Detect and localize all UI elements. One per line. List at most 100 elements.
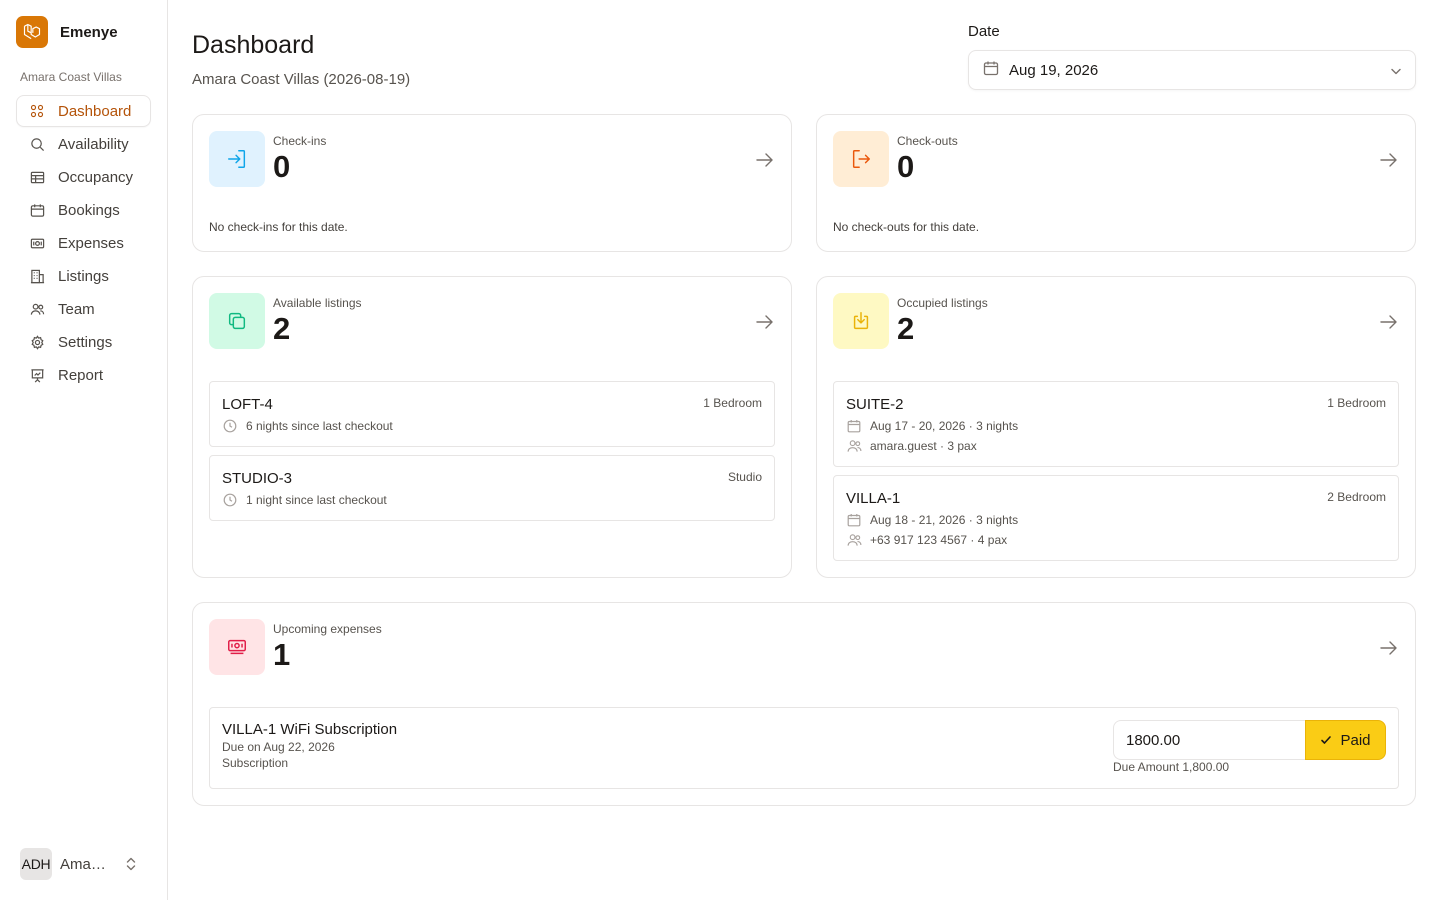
presentation-chart-icon: [29, 367, 45, 383]
sidebar-item-report[interactable]: Report: [16, 359, 151, 391]
log-in-icon: [209, 131, 265, 187]
listing-detail: 1 night since last checkout: [222, 492, 387, 508]
listing-type: Studio: [727, 470, 762, 484]
sidebar: Emenye Amara Coast Villas Dashboard Avai…: [0, 0, 168, 900]
listing-item[interactable]: VILLA-1 2 Bedroom Aug 18 - 21, 2026 · 3 …: [833, 475, 1399, 561]
stat-label: Occupied listings: [897, 296, 988, 310]
listing-detail-text: 6 nights since last checkout: [246, 419, 393, 433]
user-menu[interactable]: ADH Amara Coast Villas Host: [20, 848, 138, 880]
sidebar-item-label: Bookings: [58, 201, 120, 219]
paid-button-label: Paid: [1340, 731, 1371, 749]
expense-due-date: Due on Aug 22, 2026: [222, 740, 335, 754]
arrow-right-icon[interactable]: [1379, 313, 1399, 336]
avatar: ADH: [20, 848, 52, 880]
booking-dates: Aug 18 - 21, 2026 · 3 nights: [846, 512, 1018, 528]
calendar-icon: [983, 60, 999, 81]
date-picker[interactable]: Aug 19, 2026: [968, 50, 1416, 90]
search-icon: [29, 136, 45, 152]
sidebar-item-label: Expenses: [58, 234, 124, 252]
organization-label: Amara Coast Villas: [20, 70, 122, 84]
arrow-right-icon[interactable]: [755, 313, 775, 336]
listing-detail-text: 1 night since last checkout: [246, 493, 387, 507]
sidebar-item-dashboard[interactable]: Dashboard: [16, 95, 151, 127]
sidebar-item-listings[interactable]: Listings: [16, 260, 151, 292]
stat-value: 0: [273, 149, 291, 184]
listing-type: 2 Bedroom: [1327, 490, 1386, 504]
empty-note: No check-ins for this date.: [209, 220, 348, 234]
available-listings-card: Available listings 2 LOFT-4 1 Bedroom 6 …: [192, 276, 792, 578]
booking-dates: Aug 17 - 20, 2026 · 3 nights: [846, 418, 1018, 434]
upcoming-expenses-card: Upcoming expenses 1 VILLA-1 WiFi Subscri…: [192, 602, 1416, 806]
sidebar-item-label: Availability: [58, 135, 129, 153]
sidebar-item-expenses[interactable]: Expenses: [16, 227, 151, 259]
listing-item[interactable]: LOFT-4 1 Bedroom 6 nights since last che…: [209, 381, 775, 447]
arrow-right-icon[interactable]: [755, 151, 775, 174]
banknote-icon: [209, 619, 265, 675]
stat-label: Check-ins: [273, 134, 327, 148]
booking-guest-text: amara.guest · 3 pax: [870, 439, 977, 453]
stat-value: 2: [897, 311, 915, 346]
laravel-logo-icon: [16, 16, 48, 48]
users-icon: [846, 438, 862, 454]
users-icon: [29, 301, 45, 317]
listing-name: VILLA-1: [846, 490, 901, 507]
arrow-right-icon[interactable]: [1379, 639, 1399, 662]
users-icon: [846, 532, 862, 548]
copy-icon: [209, 293, 265, 349]
sidebar-item-settings[interactable]: Settings: [16, 326, 151, 358]
listing-name: LOFT-4: [222, 396, 273, 413]
clock-icon: [222, 418, 238, 434]
empty-note: No check-outs for this date.: [833, 220, 980, 234]
stat-value: 0: [897, 149, 915, 184]
listing-item[interactable]: SUITE-2 1 Bedroom Aug 17 - 20, 2026 · 3 …: [833, 381, 1399, 467]
stat-label: Upcoming expenses: [273, 622, 382, 636]
expense-title: VILLA-1 WiFi Subscription: [222, 721, 398, 738]
sidebar-item-occupancy[interactable]: Occupancy: [16, 161, 151, 193]
sidebar-item-bookings[interactable]: Bookings: [16, 194, 151, 226]
stat-label: Check-outs: [897, 134, 958, 148]
listing-item[interactable]: STUDIO-3 Studio 1 night since last check…: [209, 455, 775, 521]
due-amount: Due Amount 1,800.00: [1113, 760, 1230, 774]
sidebar-item-availability[interactable]: Availability: [16, 128, 151, 160]
chevron-down-icon: [1389, 64, 1403, 83]
sidebar-item-team[interactable]: Team: [16, 293, 151, 325]
download-icon: [833, 293, 889, 349]
gear-icon: [29, 334, 45, 350]
listing-name: SUITE-2: [846, 396, 904, 413]
paid-button[interactable]: Paid: [1305, 720, 1386, 760]
sidebar-item-label: Occupancy: [58, 168, 134, 186]
stat-value: 1: [273, 637, 291, 672]
amount-input[interactable]: [1113, 720, 1306, 760]
booking-dates-text: Aug 17 - 20, 2026 · 3 nights: [870, 419, 1019, 433]
listing-type: 1 Bedroom: [703, 396, 762, 410]
calendar-icon: [846, 418, 862, 434]
stat-label: Available listings: [273, 296, 362, 310]
booking-guest: amara.guest · 3 pax: [846, 438, 977, 454]
table-icon: [29, 169, 45, 185]
listing-detail: 6 nights since last checkout: [222, 418, 393, 434]
sidebar-item-label: Report: [58, 366, 104, 384]
checkins-card: Check-ins 0 No check-ins for this date.: [192, 114, 792, 252]
booking-dates-text: Aug 18 - 21, 2026 · 3 nights: [870, 513, 1019, 527]
arrow-right-icon[interactable]: [1379, 151, 1399, 174]
sidebar-nav: Dashboard Availability Occupancy Booking…: [16, 95, 151, 392]
building-icon: [29, 268, 45, 284]
expense-category: Subscription: [222, 756, 289, 770]
sidebar-item-label: Team: [58, 300, 95, 318]
stat-value: 2: [273, 311, 291, 346]
booking-guest-text: +63 917 123 4567 · 4 pax: [870, 533, 1008, 547]
date-label: Date: [968, 23, 1000, 40]
log-out-icon: [833, 131, 889, 187]
clock-icon: [222, 492, 238, 508]
check-icon: [1320, 734, 1332, 746]
sidebar-item-label: Settings: [58, 333, 113, 351]
sidebar-item-label: Listings: [58, 267, 109, 285]
banknote-icon: [29, 235, 45, 251]
calendar-icon: [29, 202, 45, 218]
chevron-up-down-icon: [124, 856, 138, 872]
brand[interactable]: Emenye: [16, 16, 118, 48]
user-name: Amara Coast Villas Host: [60, 855, 110, 873]
listing-name: STUDIO-3: [222, 470, 293, 487]
calendar-icon: [846, 512, 862, 528]
brand-name: Emenye: [60, 23, 118, 41]
